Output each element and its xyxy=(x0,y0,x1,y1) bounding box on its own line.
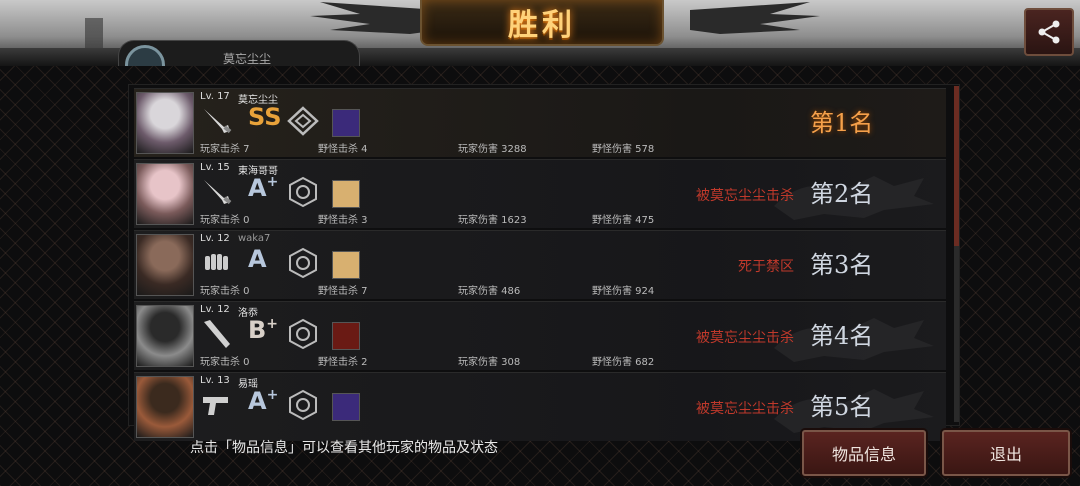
player-avatar[interactable] xyxy=(136,163,194,225)
stat-monster-label: 野怪击杀 3 xyxy=(318,215,368,226)
crest-icon xyxy=(286,105,320,137)
stat-monster-dmg-label: 野怪伤害 475 xyxy=(592,215,655,226)
page-title: 胜利 xyxy=(508,8,576,43)
stat-kills-label: 玩家击杀 7 xyxy=(200,144,250,155)
player-avatar[interactable] xyxy=(136,305,194,367)
victory-plaque: 胜利 xyxy=(420,0,664,46)
stat-monster-dmg-label: 野怪伤害 578 xyxy=(592,144,655,155)
grade-badge: B+ xyxy=(248,316,279,344)
rank-label: 第4名 xyxy=(810,322,874,350)
rank-label: 第5名 xyxy=(810,393,874,421)
hexagon-crest-icon xyxy=(286,176,320,208)
knife-icon xyxy=(200,105,234,137)
hexagon-crest-icon xyxy=(286,247,320,279)
grade-badge: A+ xyxy=(248,174,279,202)
stat-player-dmg-label: 玩家伤害 486 xyxy=(458,286,521,297)
hint-text: 点击「物品信息」可以查看其他玩家的物品及状态 xyxy=(190,440,498,456)
player-avatar[interactable] xyxy=(136,92,194,154)
equipped-item-icon[interactable] xyxy=(332,322,360,350)
silhouette-decoration xyxy=(85,18,103,58)
stat-player-dmg-label: 玩家伤害 1623 xyxy=(458,215,527,226)
pistol-icon xyxy=(200,389,234,421)
share-button[interactable] xyxy=(1024,8,1074,56)
stat-kills-label: 玩家击杀 0 xyxy=(200,215,250,226)
grade-badge: A xyxy=(248,245,267,273)
hexagon-crest-icon xyxy=(286,318,320,350)
death-cause: 被莫忘尘尘击杀 xyxy=(696,188,794,204)
grade-badge: SS xyxy=(248,103,282,131)
hexagon-crest-icon xyxy=(286,389,320,421)
player-level: Lv. 17 xyxy=(200,91,230,102)
equipped-item-icon[interactable] xyxy=(332,251,360,279)
equipped-item-icon[interactable] xyxy=(332,180,360,208)
stat-monster-dmg-label: 野怪伤害 924 xyxy=(592,286,655,297)
player-result-row[interactable]: Lv. 12 waka7 A 玩家击杀 0 野怪击杀 7 玩家伤害 486 野怪伤害 924… xyxy=(134,230,946,299)
share-icon xyxy=(1038,20,1060,44)
rank-label: 第3名 xyxy=(810,251,874,279)
player-name: waka7 xyxy=(238,233,271,244)
rank-label: 第2名 xyxy=(810,180,874,208)
player-result-row[interactable]: Lv. 17 莫忘尘尘 SS 玩家击杀 7 野怪击杀 4 玩家伤害 3288 野怪伤害 57… xyxy=(134,88,946,157)
scrollbar-thumb[interactable] xyxy=(954,86,959,246)
player-result-row[interactable]: Lv. 15 東海哥哥 A+ 玩家击杀 0 野怪击杀 3 玩家伤害 1623 野怪伤害 47… xyxy=(134,159,946,228)
stat-kills-label: 玩家击杀 0 xyxy=(200,357,250,368)
avatar-ring xyxy=(125,45,165,67)
self-player-name: 莫忘尘尘 xyxy=(223,52,272,66)
rank-label: 第1名 xyxy=(810,109,874,137)
self-player-tag: 莫忘尘尘 xyxy=(118,40,360,67)
stat-monster-dmg-label: 野怪伤害 682 xyxy=(592,357,655,368)
player-avatar[interactable] xyxy=(136,376,194,438)
grade-badge: A+ xyxy=(248,387,279,415)
death-cause: 死于禁区 xyxy=(738,259,794,275)
knife-icon xyxy=(200,176,234,208)
death-cause: 被莫忘尘尘击杀 xyxy=(696,330,794,346)
stat-monster-label: 野怪击杀 4 xyxy=(318,144,368,155)
player-result-row[interactable]: Lv. 12 洛忝 B+ 玩家击杀 0 野怪击杀 2 玩家伤害 308 野怪伤害 682 被莫… xyxy=(134,301,946,370)
bat-icon xyxy=(200,318,234,350)
stat-player-dmg-label: 玩家伤害 308 xyxy=(458,357,521,368)
player-avatar[interactable] xyxy=(136,234,194,296)
player-level: Lv. 12 xyxy=(200,304,230,315)
equipped-item-icon[interactable] xyxy=(332,393,360,421)
exit-button[interactable]: 退出 xyxy=(942,430,1070,476)
equipped-item-icon[interactable] xyxy=(332,109,360,137)
fist-icon xyxy=(200,247,234,279)
player-level: Lv. 13 xyxy=(200,375,230,386)
stat-monster-label: 野怪击杀 7 xyxy=(318,286,368,297)
right-wing-ornament xyxy=(690,2,820,34)
stat-monster-label: 野怪击杀 2 xyxy=(318,357,368,368)
player-level: Lv. 12 xyxy=(200,233,230,244)
player-level: Lv. 15 xyxy=(200,162,230,173)
stat-player-dmg-label: 玩家伤害 3288 xyxy=(458,144,527,155)
death-cause: 被莫忘尘尘击杀 xyxy=(696,401,794,417)
stat-kills-label: 玩家击杀 0 xyxy=(200,286,250,297)
item-info-button[interactable]: 物品信息 xyxy=(802,430,926,476)
